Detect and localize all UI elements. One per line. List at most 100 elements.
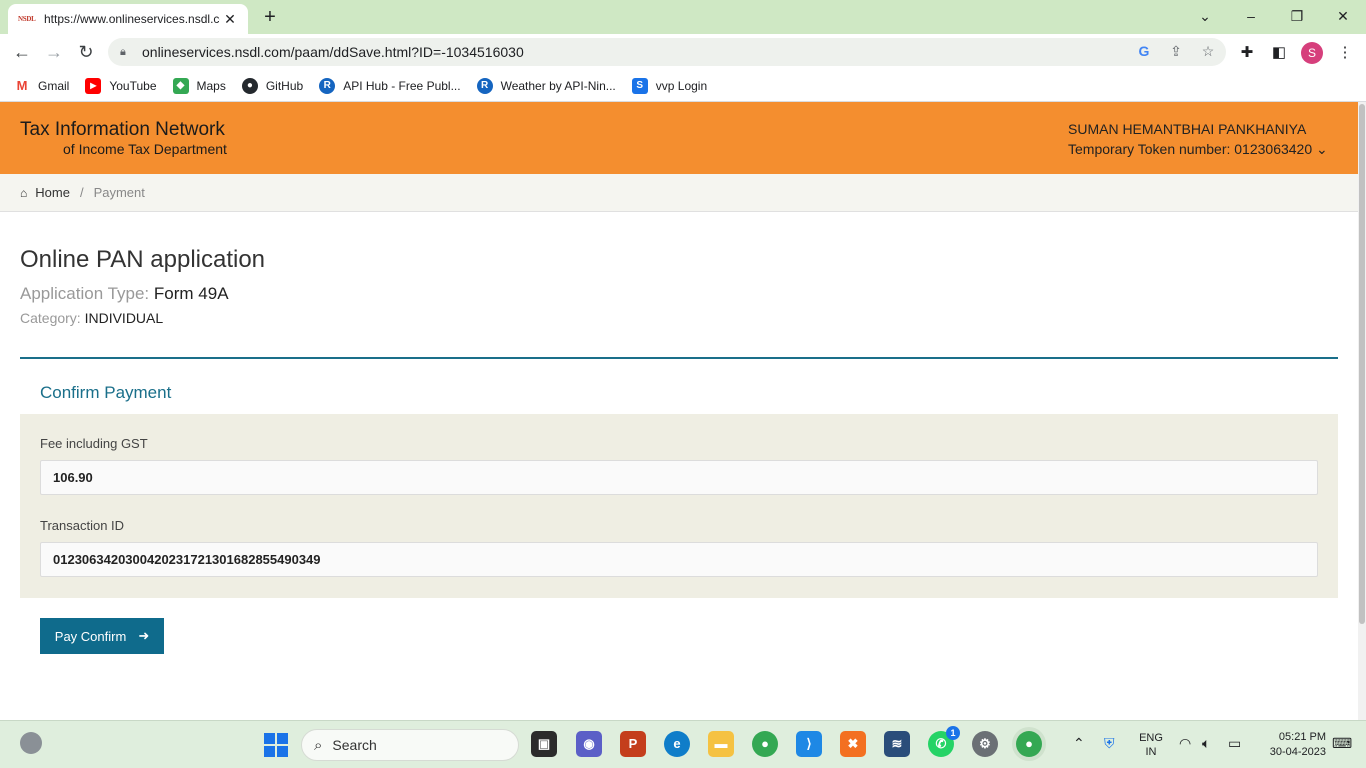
token-dropdown[interactable]: Temporary Token number: 0123063420 ⌄ <box>1068 141 1328 158</box>
lock-icon[interactable]: 🔒︎ <box>120 46 136 59</box>
nsdl-favicon-icon: NSDL <box>18 15 36 23</box>
bookmark-maps[interactable]: ◆ Maps <box>172 77 226 94</box>
widgets-icon[interactable] <box>20 732 42 754</box>
pay-confirm-button[interactable]: Pay Confirm ➜ <box>40 618 164 654</box>
settings-gear-icon[interactable]: ⚙ <box>972 731 998 757</box>
bookmark-star-icon[interactable]: ☆ <box>1198 43 1218 61</box>
address-bar[interactable]: 🔒︎ onlineservices.nsdl.com/paam/ddSave.h… <box>108 38 1226 66</box>
volume-icon[interactable]: 🔈︎ <box>1202 735 1210 752</box>
category-value: INDIVIDUAL <box>84 310 164 326</box>
fee-field[interactable] <box>40 460 1318 495</box>
taskbar-search-label: Search <box>332 737 377 753</box>
vscode-icon[interactable]: ⟩ <box>796 731 822 757</box>
application-type-label: Application Type: <box>20 284 150 303</box>
site-logo-title[interactable]: Tax Information Network <box>20 119 225 141</box>
page-title: Online PAN application <box>20 246 266 273</box>
chrome-profile-icon[interactable]: ● <box>1016 731 1042 757</box>
payment-form-panel: Fee including GST Transaction ID <box>20 414 1338 598</box>
browser-toolbar: ← → ↻ 🔒︎ onlineservices.nsdl.com/paam/dd… <box>0 34 1366 70</box>
wifi-icon[interactable]: ◠ <box>1179 735 1191 752</box>
bookmark-label: Weather by API-Nin... <box>500 78 616 93</box>
clock-date: 30-04-2023 <box>1269 746 1326 758</box>
maps-icon: ◆ <box>172 77 189 94</box>
system-clock[interactable]: 05:21 PM 30-04-2023 <box>1256 730 1326 760</box>
breadcrumb: ⌂ Home / Payment <box>0 174 1358 212</box>
gmail-icon: M <box>14 77 30 94</box>
bookmark-vvp-login[interactable]: S vvp Login <box>631 77 708 94</box>
bookmark-youtube[interactable]: ▶ YouTube <box>85 77 157 94</box>
rapidapi-icon: R <box>319 77 336 94</box>
back-button[interactable]: ← <box>10 40 34 64</box>
s-logo-icon: S <box>631 77 648 94</box>
youtube-icon: ▶ <box>85 77 102 94</box>
arrow-right-icon: ➜ <box>138 628 150 643</box>
security-shield-icon[interactable]: ⛨ <box>1104 735 1115 752</box>
language-code: ENG <box>1139 732 1163 744</box>
language-indicator[interactable]: ENG IN <box>1138 731 1164 759</box>
restore-button[interactable]: ❐ <box>1283 4 1311 28</box>
bookmark-weather[interactable]: R Weather by API-Nin... <box>476 77 616 94</box>
transaction-id-field[interactable] <box>40 542 1318 577</box>
browser-tab[interactable]: NSDL https://www.onlineservices.nsdl.com… <box>8 4 248 34</box>
category-label: Category: <box>20 310 81 326</box>
bookmark-label: Gmail <box>38 78 70 93</box>
whatsapp-icon[interactable]: ✆ 1 <box>928 726 960 757</box>
bookmark-github[interactable]: ● GitHub <box>241 77 304 94</box>
minimize-button[interactable]: – <box>1237 4 1265 28</box>
application-type-value: Form 49A <box>153 284 229 303</box>
site-logo-subtitle[interactable]: of Income Tax Department <box>63 141 227 157</box>
share-icon[interactable]: ⇪ <box>1166 43 1186 61</box>
home-icon[interactable]: ⌂ <box>20 186 27 200</box>
reload-button[interactable]: ↻ <box>74 40 98 64</box>
browser-menu-icon[interactable]: ⋮ <box>1334 42 1356 64</box>
github-icon: ● <box>241 77 258 94</box>
edge-icon[interactable]: e <box>664 731 690 757</box>
scrollbar-thumb[interactable] <box>1359 104 1365 624</box>
bookmark-label: GitHub <box>265 78 304 93</box>
transaction-id-label: Transaction ID <box>40 518 125 533</box>
windows-start-icon[interactable] <box>264 733 288 757</box>
page-viewport: Tax Information Network of Income Tax De… <box>0 102 1358 720</box>
tab-search-chevron-icon[interactable]: ⌄ <box>1191 4 1219 28</box>
side-panel-icon[interactable]: ◧ <box>1268 42 1290 64</box>
search-icon: ⌕ <box>314 736 323 754</box>
battery-icon[interactable]: ▭ <box>1228 735 1241 752</box>
mysql-workbench-icon[interactable]: ≋ <box>884 731 910 757</box>
profile-avatar[interactable]: S <box>1301 42 1323 64</box>
windows-taskbar: ⌕ Search ▣ ◉ P e ▬ ● ⟩ ✖ ≋ ✆ 1 ⚙ ● ⌃ ⛨ EN… <box>0 720 1366 768</box>
bookmarks-bar: M Gmail ▶ YouTube ◆ Maps ● GitHub R API … <box>0 70 1366 102</box>
url-text[interactable]: onlineservices.nsdl.com/paam/ddSave.html… <box>142 44 524 60</box>
bookmark-api-hub[interactable]: R API Hub - Free Publ... <box>319 77 461 94</box>
extensions-puzzle-icon[interactable]: ✚ <box>1236 42 1258 64</box>
taskbar-search[interactable]: ⌕ Search <box>301 729 519 761</box>
category: Category: INDIVIDUAL <box>20 310 163 326</box>
bookmark-label: YouTube <box>109 78 157 93</box>
new-tab-button[interactable]: + <box>258 5 282 29</box>
xampp-icon[interactable]: ✖ <box>840 731 866 757</box>
user-name: SUMAN HEMANTBHAI PANKHANIYA <box>1068 121 1307 137</box>
notification-icon[interactable]: ⌨ <box>1332 735 1352 752</box>
teams-chat-icon[interactable]: ◉ <box>576 731 602 757</box>
application-type: Application Type: Form 49A <box>20 284 229 304</box>
tab-close-icon[interactable]: ✕ <box>220 11 240 28</box>
forward-button[interactable]: → <box>42 40 66 64</box>
section-divider <box>20 357 1338 359</box>
breadcrumb-home-link[interactable]: Home <box>35 185 70 200</box>
bookmark-label: vvp Login <box>655 78 708 93</box>
bookmark-label: Maps <box>196 78 226 93</box>
show-hidden-icons-chevron-icon[interactable]: ⌃ <box>1073 735 1085 752</box>
task-view-icon[interactable]: ▣ <box>531 731 557 757</box>
page-scrollbar[interactable] <box>1358 102 1366 720</box>
clock-time: 05:21 PM <box>1278 731 1326 743</box>
bookmark-gmail[interactable]: M Gmail <box>14 77 70 94</box>
confirm-payment-title: Confirm Payment <box>40 383 172 402</box>
powerpoint-icon[interactable]: P <box>620 731 646 757</box>
google-lens-icon[interactable]: G <box>1134 43 1154 61</box>
whatsapp-notification-badge: 1 <box>946 726 960 740</box>
site-header: Tax Information Network of Income Tax De… <box>0 102 1358 174</box>
rapidapi-icon: R <box>476 77 493 94</box>
pay-confirm-label: Pay Confirm <box>54 628 127 644</box>
file-explorer-icon[interactable]: ▬ <box>708 731 734 757</box>
close-window-button[interactable]: ✕ <box>1329 4 1357 28</box>
chrome-icon[interactable]: ● <box>752 731 778 757</box>
